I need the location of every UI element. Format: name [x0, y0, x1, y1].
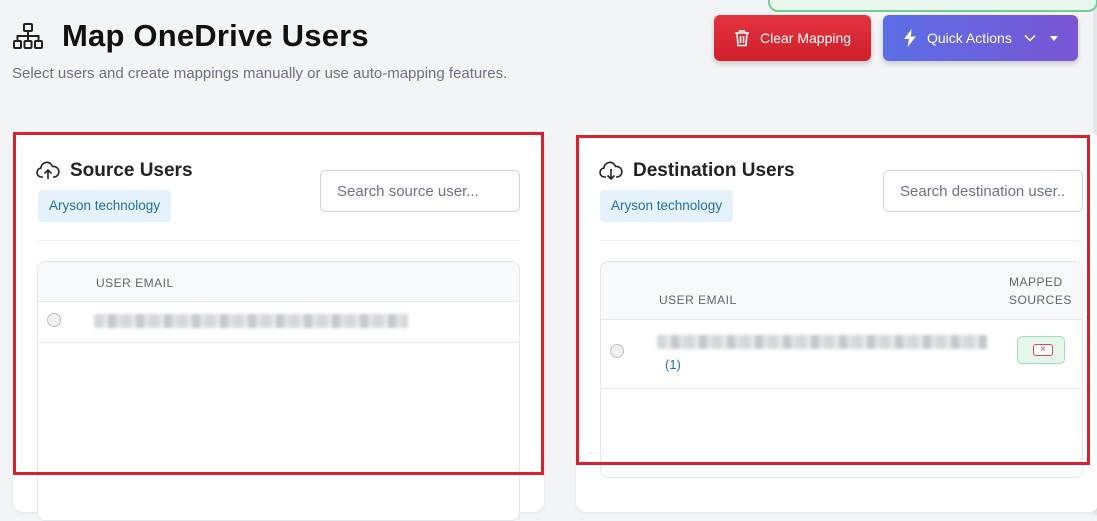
- destination-org-badge: Aryson technology: [600, 190, 734, 222]
- destination-divider: [600, 240, 1083, 241]
- chevron-down-icon: [1024, 34, 1036, 42]
- bolt-icon: [904, 29, 916, 47]
- select-radio[interactable]: [47, 313, 61, 327]
- table-row[interactable]: [38, 301, 519, 343]
- destination-search-input[interactable]: [883, 170, 1083, 212]
- select-radio[interactable]: [610, 344, 624, 358]
- dropdown-caret-icon: [1049, 35, 1058, 41]
- toast-notification: [768, 0, 1097, 12]
- column-header-user-email: USER EMAIL: [96, 276, 174, 290]
- source-users-title: Source Users: [36, 160, 193, 182]
- column-header-user-email: USER EMAIL: [659, 293, 737, 307]
- mapped-source-chip: ×: [1017, 336, 1065, 364]
- column-header-mapped: MAPPED: [1009, 275, 1063, 289]
- source-users-card: Source Users Aryson technology USER EMAI…: [13, 132, 544, 521]
- clear-mapping-label: Clear Mapping: [760, 30, 852, 46]
- page-title: Map OneDrive Users: [62, 18, 369, 53]
- trash-icon: [735, 30, 749, 47]
- cloud-upload-icon: [36, 161, 60, 179]
- table-header: USER EMAIL MAPPED SOURCES: [601, 262, 1082, 320]
- page-subtitle: Select users and create mappings manuall…: [12, 65, 508, 82]
- user-email-redacted: [657, 335, 987, 349]
- clear-mapping-button[interactable]: Clear Mapping: [714, 15, 871, 61]
- source-divider: [37, 240, 520, 241]
- quick-actions-label: Quick Actions: [927, 30, 1012, 46]
- column-header-sources: SOURCES: [1009, 293, 1072, 307]
- source-users-table: USER EMAIL: [37, 261, 520, 521]
- destination-users-title: Destination Users: [599, 160, 795, 182]
- mapped-count[interactable]: (1): [665, 357, 681, 372]
- cloud-download-icon: [599, 161, 623, 181]
- source-search-input[interactable]: [320, 170, 520, 212]
- user-email-redacted: [94, 314, 408, 328]
- table-header: USER EMAIL: [38, 262, 519, 302]
- quick-actions-button[interactable]: Quick Actions: [883, 15, 1078, 61]
- destination-users-table: USER EMAIL MAPPED SOURCES (1) ×: [600, 261, 1083, 478]
- destination-users-card: Destination Users Aryson technology USER…: [576, 132, 1097, 512]
- sitemap-icon: [12, 22, 44, 50]
- table-row[interactable]: (1) ×: [601, 319, 1082, 389]
- remove-mapping-button[interactable]: ×: [1033, 344, 1053, 356]
- source-org-badge: Aryson technology: [38, 190, 172, 222]
